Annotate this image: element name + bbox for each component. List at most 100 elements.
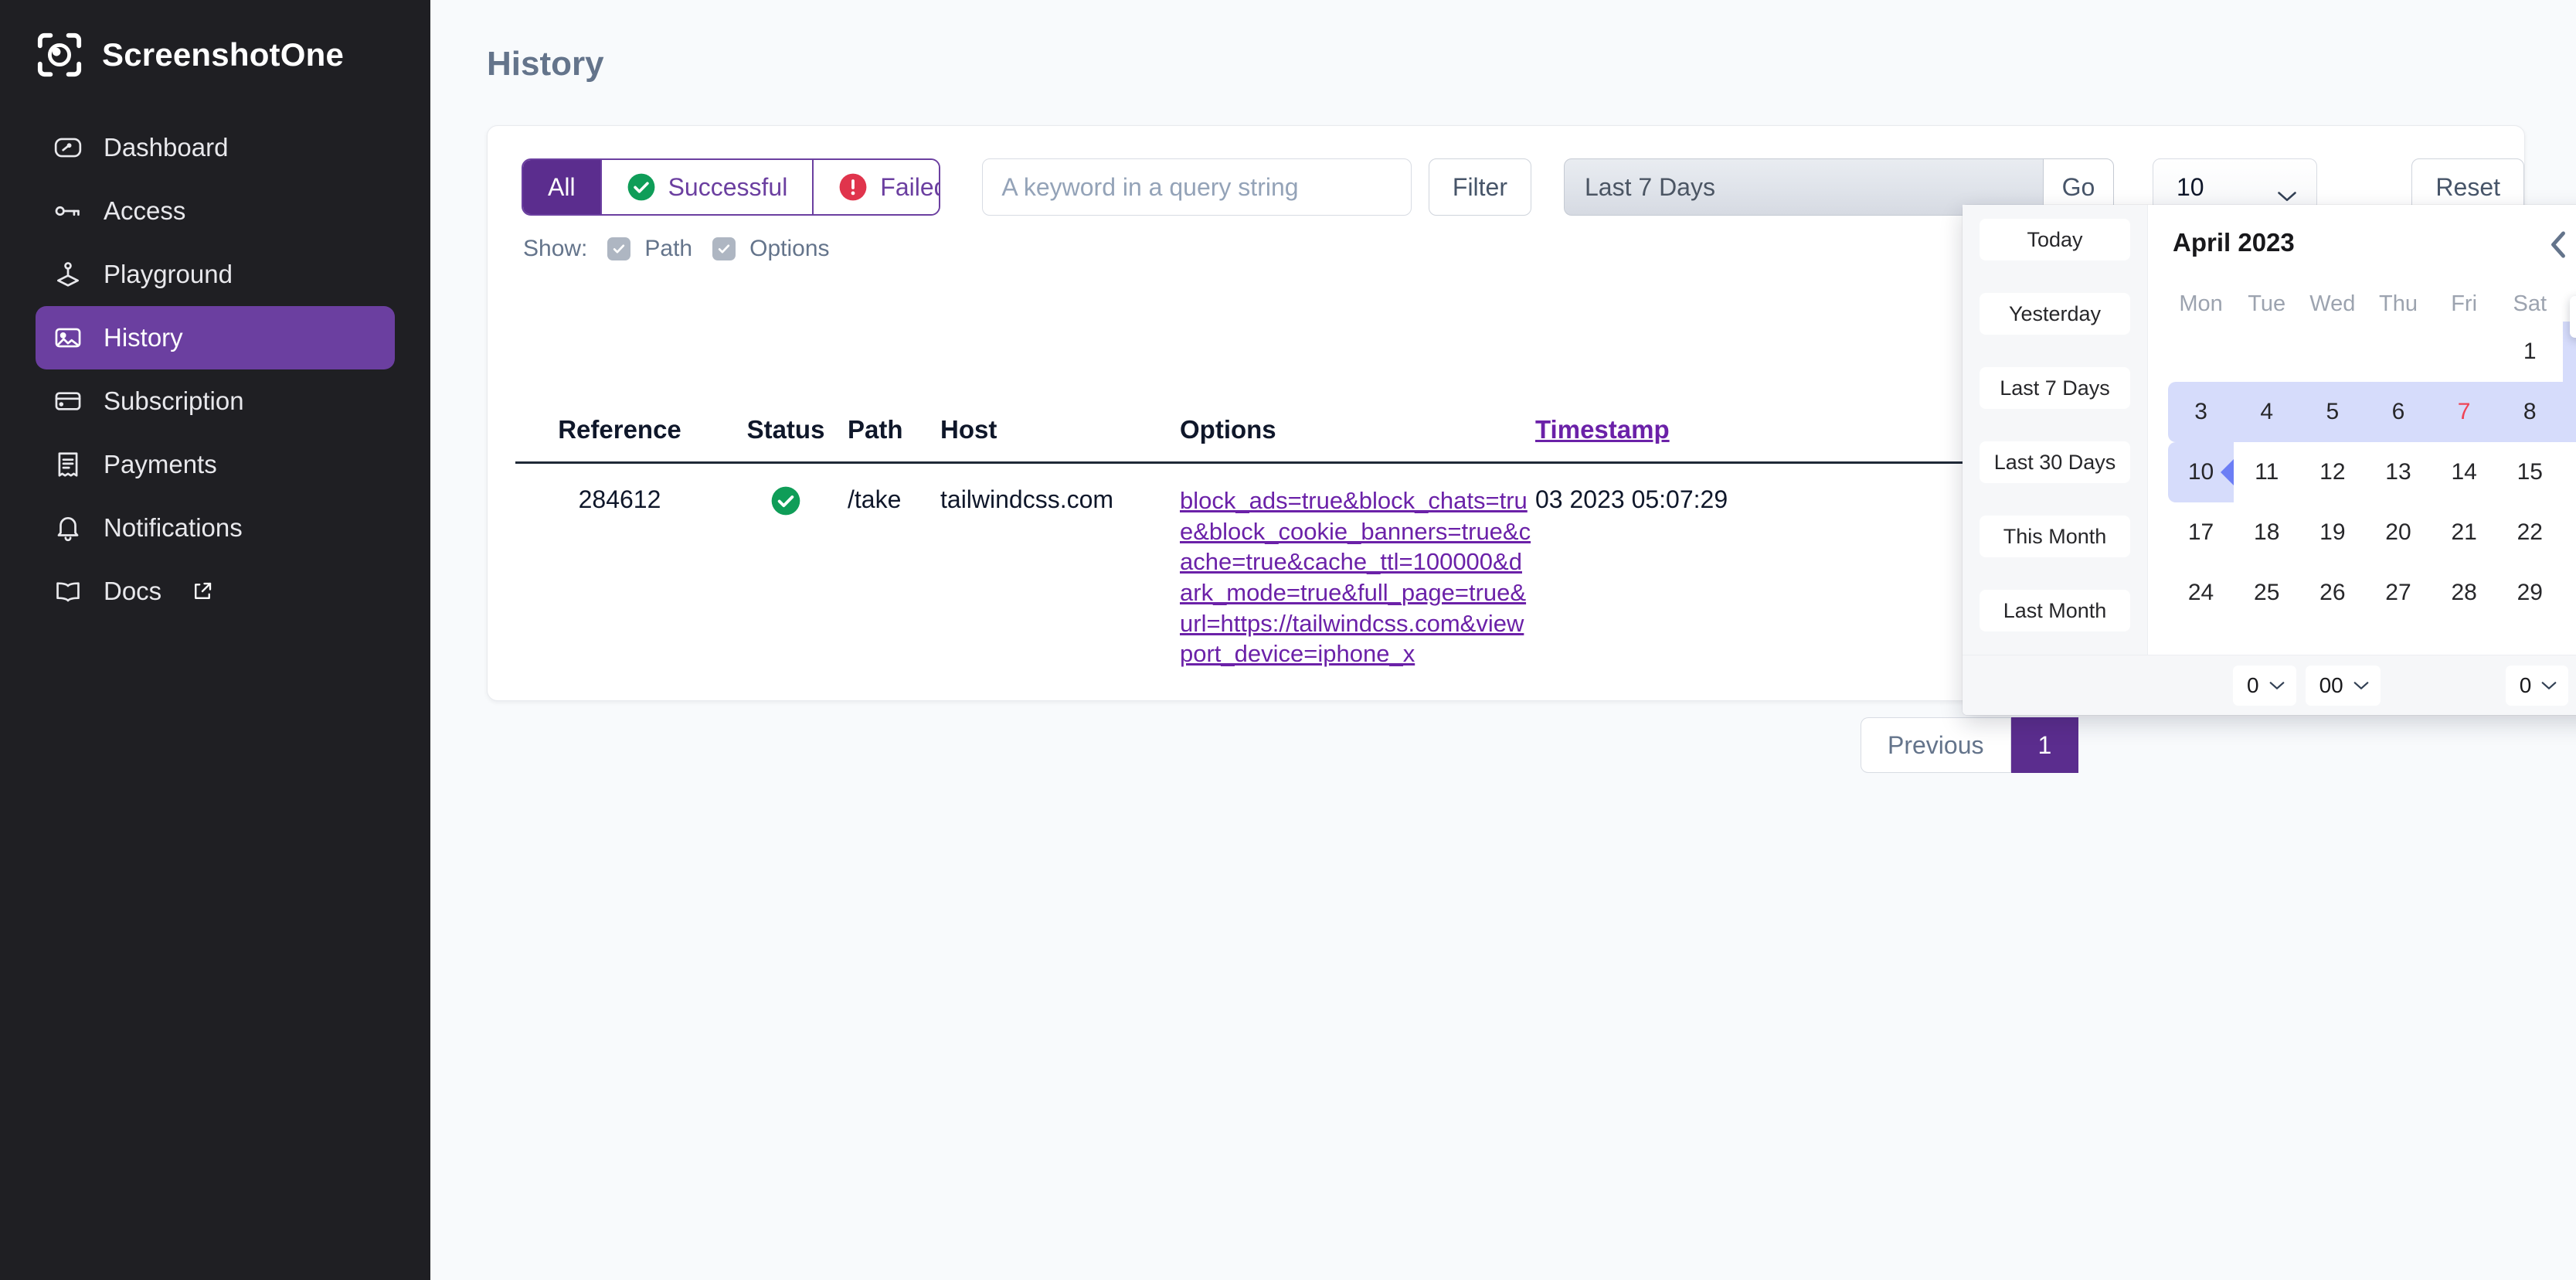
book-icon bbox=[53, 576, 83, 607]
calendar-week-row: 10111213141516 bbox=[2168, 442, 2576, 502]
sidebar-item-label: History bbox=[104, 323, 183, 352]
column-header-reference: Reference bbox=[515, 415, 724, 444]
sidebar-item-label: Dashboard bbox=[104, 133, 228, 162]
filter-button[interactable]: Filter bbox=[1429, 158, 1531, 216]
calendar-day-3[interactable]: 3 bbox=[2168, 382, 2234, 442]
receipt-icon bbox=[53, 449, 83, 480]
calendar-day-1[interactable]: 1 bbox=[2497, 322, 2563, 382]
cell-options[interactable]: block_ads=true&block_chats=true&block_co… bbox=[1180, 485, 1535, 669]
pagination-page-1[interactable]: 1 bbox=[2011, 717, 2079, 773]
calendar-day-23[interactable]: 23 bbox=[2563, 502, 2576, 563]
sidebar-item-payments[interactable]: Payments bbox=[36, 433, 395, 496]
calendar-nav bbox=[2548, 230, 2576, 256]
calendar-day-13[interactable]: 13 bbox=[2365, 442, 2431, 502]
calendar-day-17[interactable]: 17 bbox=[2168, 502, 2234, 563]
calendar-day-14[interactable]: 14 bbox=[2432, 442, 2497, 502]
calendar-day-24[interactable]: 24 bbox=[2168, 563, 2234, 623]
calendar-day-26[interactable]: 26 bbox=[2299, 563, 2365, 623]
weekday-wed: Wed bbox=[2299, 291, 2365, 322]
sidebar-item-label: Docs bbox=[104, 577, 161, 606]
sidebar-item-history[interactable]: History bbox=[36, 306, 395, 369]
calendar-day-12[interactable]: 12 bbox=[2299, 442, 2365, 502]
image-icon bbox=[53, 322, 83, 353]
calendar-day-5[interactable]: 5 bbox=[2299, 382, 2365, 442]
sidebar-item-docs[interactable]: Docs bbox=[36, 560, 395, 623]
sidebar-item-notifications[interactable]: Notifications bbox=[36, 496, 395, 560]
datepicker-calendar: April 2023 11 days Mon bbox=[2148, 205, 2576, 655]
show-label: Show: bbox=[523, 236, 587, 262]
datepicker-popover: Today Yesterday Last 7 Days Last 30 Days… bbox=[1963, 205, 2576, 715]
options-link[interactable]: block_ads=true&block_chats=true&block_co… bbox=[1180, 485, 1535, 669]
checkbox-path[interactable] bbox=[607, 237, 630, 260]
calendar-day-15[interactable]: 15 bbox=[2497, 442, 2563, 502]
brand[interactable]: ScreenshotOne bbox=[0, 26, 430, 79]
calendar-day-30[interactable]: 30 bbox=[2563, 563, 2576, 623]
calendar-day-4[interactable]: 4 bbox=[2234, 382, 2299, 442]
credit-card-icon bbox=[53, 386, 83, 417]
toolbar: All Successful Failed bbox=[488, 126, 2524, 216]
checkbox-path-label: Path bbox=[644, 236, 692, 262]
chevron-left-icon[interactable] bbox=[2548, 230, 2568, 256]
checkbox-options[interactable] bbox=[712, 237, 736, 260]
calendar-day-16[interactable]: 16 bbox=[2563, 442, 2576, 502]
calendar-day-empty bbox=[2365, 322, 2431, 382]
calendar-day-7[interactable]: 7 bbox=[2432, 382, 2497, 442]
shortcut-last-30-days[interactable]: Last 30 Days bbox=[1980, 441, 2130, 483]
sidebar-item-label: Subscription bbox=[104, 386, 244, 416]
weekday-thu: Thu bbox=[2365, 291, 2431, 322]
calendar-week-row: 3456789 bbox=[2168, 382, 2576, 442]
chevron-down-icon bbox=[2276, 180, 2298, 194]
chevron-down-icon bbox=[2353, 680, 2370, 691]
calendar-weekday-row: Mon Tue Wed Thu Fri Sat Sun bbox=[2168, 291, 2576, 322]
end-hour-value: 0 bbox=[2520, 673, 2532, 698]
calendar-day-empty bbox=[2168, 322, 2234, 382]
end-hour-select[interactable]: 0 bbox=[2506, 666, 2569, 706]
search-input[interactable] bbox=[982, 158, 1412, 216]
weekday-fri: Fri bbox=[2432, 291, 2497, 322]
calendar-day-18[interactable]: 18 bbox=[2234, 502, 2299, 563]
calendar-day-21[interactable]: 21 bbox=[2432, 502, 2497, 563]
column-header-timestamp-link[interactable]: Timestamp bbox=[1535, 415, 1670, 444]
key-icon bbox=[53, 196, 83, 226]
pagination: Previous 1 bbox=[1861, 717, 2078, 773]
calendar-day-25[interactable]: 25 bbox=[2234, 563, 2299, 623]
start-hour-select[interactable]: 0 bbox=[2233, 666, 2296, 706]
calendar-day-20[interactable]: 20 bbox=[2365, 502, 2431, 563]
sidebar-item-playground[interactable]: Playground bbox=[36, 243, 395, 306]
segment-successful-label: Successful bbox=[668, 173, 788, 202]
calendar-day-9[interactable]: 9 bbox=[2563, 382, 2576, 442]
cell-status bbox=[724, 485, 848, 669]
calendar-day-22[interactable]: 22 bbox=[2497, 502, 2563, 563]
shortcut-this-month[interactable]: This Month bbox=[1980, 516, 2130, 557]
datepicker-body: Today Yesterday Last 7 Days Last 30 Days… bbox=[1963, 205, 2576, 655]
datepicker-shortcuts: Today Yesterday Last 7 Days Last 30 Days… bbox=[1963, 205, 2148, 655]
calendar-day-empty bbox=[2299, 322, 2365, 382]
calendar-day-27[interactable]: 27 bbox=[2365, 563, 2431, 623]
shortcut-today[interactable]: Today bbox=[1980, 219, 2130, 260]
segment-successful[interactable]: Successful bbox=[600, 160, 813, 214]
segment-all[interactable]: All bbox=[523, 160, 600, 214]
sidebar-item-access[interactable]: Access bbox=[36, 179, 395, 243]
calendar-day-11[interactable]: 11 bbox=[2234, 442, 2299, 502]
shortcut-last-month[interactable]: Last Month bbox=[1980, 590, 2130, 631]
calendar-day-6[interactable]: 6 bbox=[2365, 382, 2431, 442]
shortcut-last-7-days[interactable]: Last 7 Days bbox=[1980, 367, 2130, 409]
pagination-previous[interactable]: Previous bbox=[1861, 717, 2011, 773]
calendar-day-19[interactable]: 19 bbox=[2299, 502, 2365, 563]
segment-failed[interactable]: Failed bbox=[812, 160, 940, 214]
column-header-host: Host bbox=[940, 415, 1180, 444]
check-circle-icon bbox=[770, 485, 801, 516]
cell-path: /take bbox=[848, 485, 940, 669]
calendar-day-8[interactable]: 8 bbox=[2497, 382, 2563, 442]
sidebar-item-label: Access bbox=[104, 196, 185, 226]
start-minute-select[interactable]: 00 bbox=[2306, 666, 2381, 706]
sidebar-item-dashboard[interactable]: Dashboard bbox=[36, 116, 395, 179]
error-circle-icon bbox=[838, 172, 868, 202]
sidebar-item-subscription[interactable]: Subscription bbox=[36, 369, 395, 433]
calendar-day-28[interactable]: 28 bbox=[2432, 563, 2497, 623]
calendar-day-29[interactable]: 29 bbox=[2497, 563, 2563, 623]
cell-reference: 284612 bbox=[515, 485, 724, 669]
sidebar-item-label: Playground bbox=[104, 260, 233, 289]
shortcut-yesterday[interactable]: Yesterday bbox=[1980, 293, 2130, 335]
segment-all-label: All bbox=[548, 173, 576, 202]
